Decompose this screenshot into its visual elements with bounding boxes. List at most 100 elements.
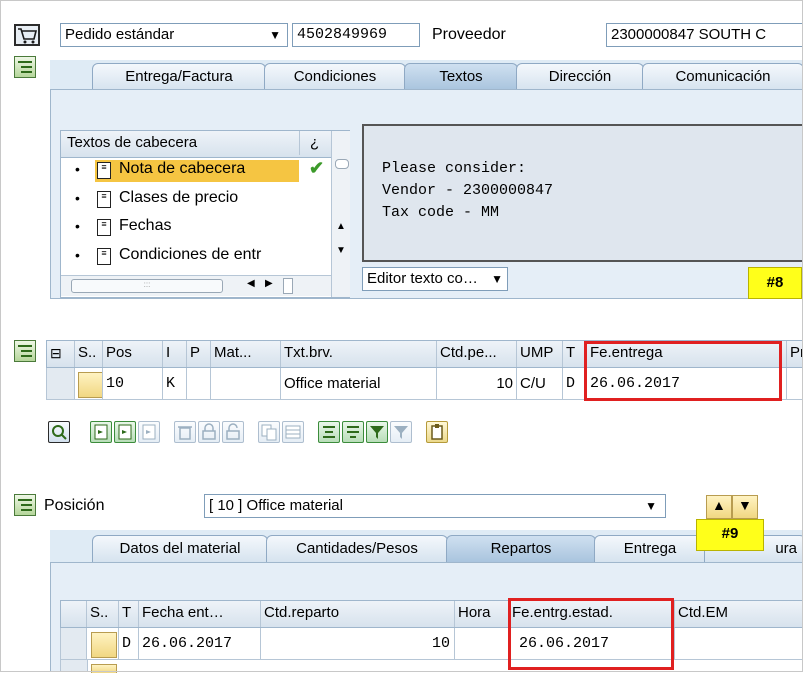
item-detail-toggle-icon[interactable]: [14, 494, 36, 516]
tree-item-clases-de-precio[interactable]: • ≡ Clases de precio: [61, 187, 331, 213]
item-detail-label: Posición: [44, 497, 105, 514]
clipboard-icon[interactable]: [426, 421, 448, 443]
tab-condiciones[interactable]: Condiciones: [264, 63, 406, 90]
editor-type-select[interactable]: Editor texto co… ▼: [362, 267, 508, 291]
tree-bullet: •: [75, 247, 80, 263]
tab-datos-del-material[interactable]: Datos del material: [92, 535, 268, 562]
tree-item-fechas[interactable]: • ≡ Fechas: [61, 215, 331, 241]
col-header-pr[interactable]: Pr: [787, 341, 803, 367]
tree-item-label: Nota de cabecera: [119, 160, 246, 177]
tab-repartos[interactable]: Repartos: [446, 535, 596, 562]
item-select-value: [ 10 ] Office material: [209, 497, 343, 514]
arrow-up-icon: ▲: [712, 497, 726, 513]
scroll-right-icon[interactable]: ▶: [265, 278, 273, 289]
col-header-status[interactable]: S..: [75, 341, 103, 367]
tab-direccion[interactable]: Dirección: [516, 63, 644, 90]
po-number-field[interactable]: 4502849969: [292, 23, 420, 47]
tab-entrega-factura[interactable]: Entrega/Factura: [92, 63, 266, 90]
vendor-field[interactable]: 2300000847 SOUTH C: [606, 23, 803, 47]
tree-item-nota-de-cabecera[interactable]: • ≡ Nota de cabecera ✔: [61, 158, 331, 184]
col-header-i[interactable]: I: [163, 341, 187, 367]
table-settings-icon[interactable]: [282, 421, 304, 443]
col-header-time[interactable]: Hora: [455, 601, 509, 627]
delete-icon[interactable]: [174, 421, 196, 443]
tab-entrega[interactable]: Entrega: [594, 535, 706, 562]
tab-textos[interactable]: Textos: [404, 63, 518, 90]
scroll-up-icon[interactable]: ▲: [336, 221, 346, 232]
tree-horizontal-scrollbar[interactable]: ::: ◀ ▶: [61, 275, 331, 296]
schedule-grid-row[interactable]: D 26.06.2017 10 26.06.2017: [60, 628, 803, 660]
chevron-down-icon: ▼: [645, 499, 657, 513]
col-header-gr-qty[interactable]: Ctd.EM: [675, 601, 803, 627]
text-editor[interactable]: Please consider: Vendor - 2300000847 Tax…: [362, 124, 803, 262]
row-pos[interactable]: 10: [103, 368, 163, 399]
row-selector[interactable]: [61, 628, 87, 659]
lock-icon[interactable]: [198, 421, 220, 443]
col-header-t[interactable]: T: [119, 601, 139, 627]
highlight-delivery-date: [584, 341, 782, 401]
col-header-short-text[interactable]: Txt.brv.: [281, 341, 437, 367]
row-material[interactable]: [211, 368, 281, 399]
row-gr-qty[interactable]: [675, 628, 803, 659]
row-t[interactable]: D: [119, 628, 139, 659]
editor-line-2: Vendor - 2300000847: [382, 182, 554, 199]
row-status-cell[interactable]: [75, 368, 103, 399]
remove-filter-icon[interactable]: [390, 421, 412, 443]
row-short-text[interactable]: Office material: [281, 368, 437, 399]
texts-tree-header: Textos de cabecera ¿: [61, 131, 331, 158]
scroll-left-icon[interactable]: ◀: [247, 278, 255, 289]
cart-icon[interactable]: [14, 24, 40, 46]
tree-item-label: Clases de precio: [119, 189, 239, 206]
tab-cantidades-pesos[interactable]: Cantidades/Pesos: [266, 535, 448, 562]
annotation-callout-9: #9: [696, 519, 764, 551]
col-header-material[interactable]: Mat...: [211, 341, 281, 367]
tree-item-condiciones-de-entrega[interactable]: • ≡ Condiciones de entr: [61, 244, 331, 270]
row-selector[interactable]: [47, 368, 75, 399]
col-header-scheduled-qty[interactable]: Ctd.reparto: [261, 601, 455, 627]
tree-vertical-scrollbar[interactable]: ▲ ▼: [331, 131, 350, 297]
row-i[interactable]: K: [163, 368, 187, 399]
document-type-select[interactable]: Pedido estándar ▼: [60, 23, 288, 47]
row-scheduled-qty[interactable]: 10: [261, 628, 455, 659]
sort-descending-icon[interactable]: [342, 421, 364, 443]
col-header-unit[interactable]: UMP: [517, 341, 563, 367]
sort-ascending-icon[interactable]: [318, 421, 340, 443]
col-header-delivery-date[interactable]: Fecha ent…: [139, 601, 261, 627]
texts-tree-title: Textos de cabecera: [67, 134, 198, 151]
col-header-quantity[interactable]: Ctd.pe...: [437, 341, 517, 367]
copy-icon[interactable]: [258, 421, 280, 443]
previous-item-button[interactable]: ▲: [706, 495, 732, 519]
next-item-button[interactable]: ▼: [732, 495, 758, 519]
items-section-toggle-icon[interactable]: [14, 340, 36, 362]
col-header-pos[interactable]: Pos: [103, 341, 163, 367]
add-item-icon[interactable]: [90, 421, 112, 443]
col-header-p[interactable]: P: [187, 341, 211, 367]
insert-item-icon[interactable]: [114, 421, 136, 443]
tree-item-label: Fechas: [119, 217, 172, 234]
items-toolbar: [48, 421, 588, 445]
tab-factura-label: ura: [775, 540, 797, 557]
schedule-grid-header: S.. T Fecha ent… Ctd.reparto Hora Fe.ent…: [60, 600, 803, 628]
col-header-status[interactable]: S..: [87, 601, 119, 627]
editor-line-1: Please consider:: [382, 160, 527, 177]
tree-item-label: Condiciones de entr: [119, 246, 262, 263]
tab-comunicacion[interactable]: Comunicación: [642, 63, 803, 90]
row-pr[interactable]: [787, 368, 803, 399]
unlock-icon[interactable]: [222, 421, 244, 443]
row-p[interactable]: [187, 368, 211, 399]
filter-icon[interactable]: [366, 421, 388, 443]
grid-settings-icon[interactable]: ⊟: [47, 341, 75, 367]
scroll-down-icon[interactable]: ▼: [336, 245, 346, 256]
col-header-selector[interactable]: [61, 601, 87, 627]
row-time[interactable]: [455, 628, 509, 659]
row-unit[interactable]: C/U: [517, 368, 563, 399]
details-icon[interactable]: [48, 421, 70, 443]
schedule-grid-next-row: [60, 660, 803, 673]
row-quantity[interactable]: 10: [437, 368, 517, 399]
row-delivery-date[interactable]: 26.06.2017: [139, 628, 261, 659]
document-type-value: Pedido estándar: [65, 26, 175, 43]
header-section-toggle-icon[interactable]: [14, 56, 36, 78]
copy-item-icon[interactable]: [138, 421, 160, 443]
item-select[interactable]: [ 10 ] Office material ▼: [204, 494, 666, 518]
row-status-cell[interactable]: [87, 628, 119, 659]
